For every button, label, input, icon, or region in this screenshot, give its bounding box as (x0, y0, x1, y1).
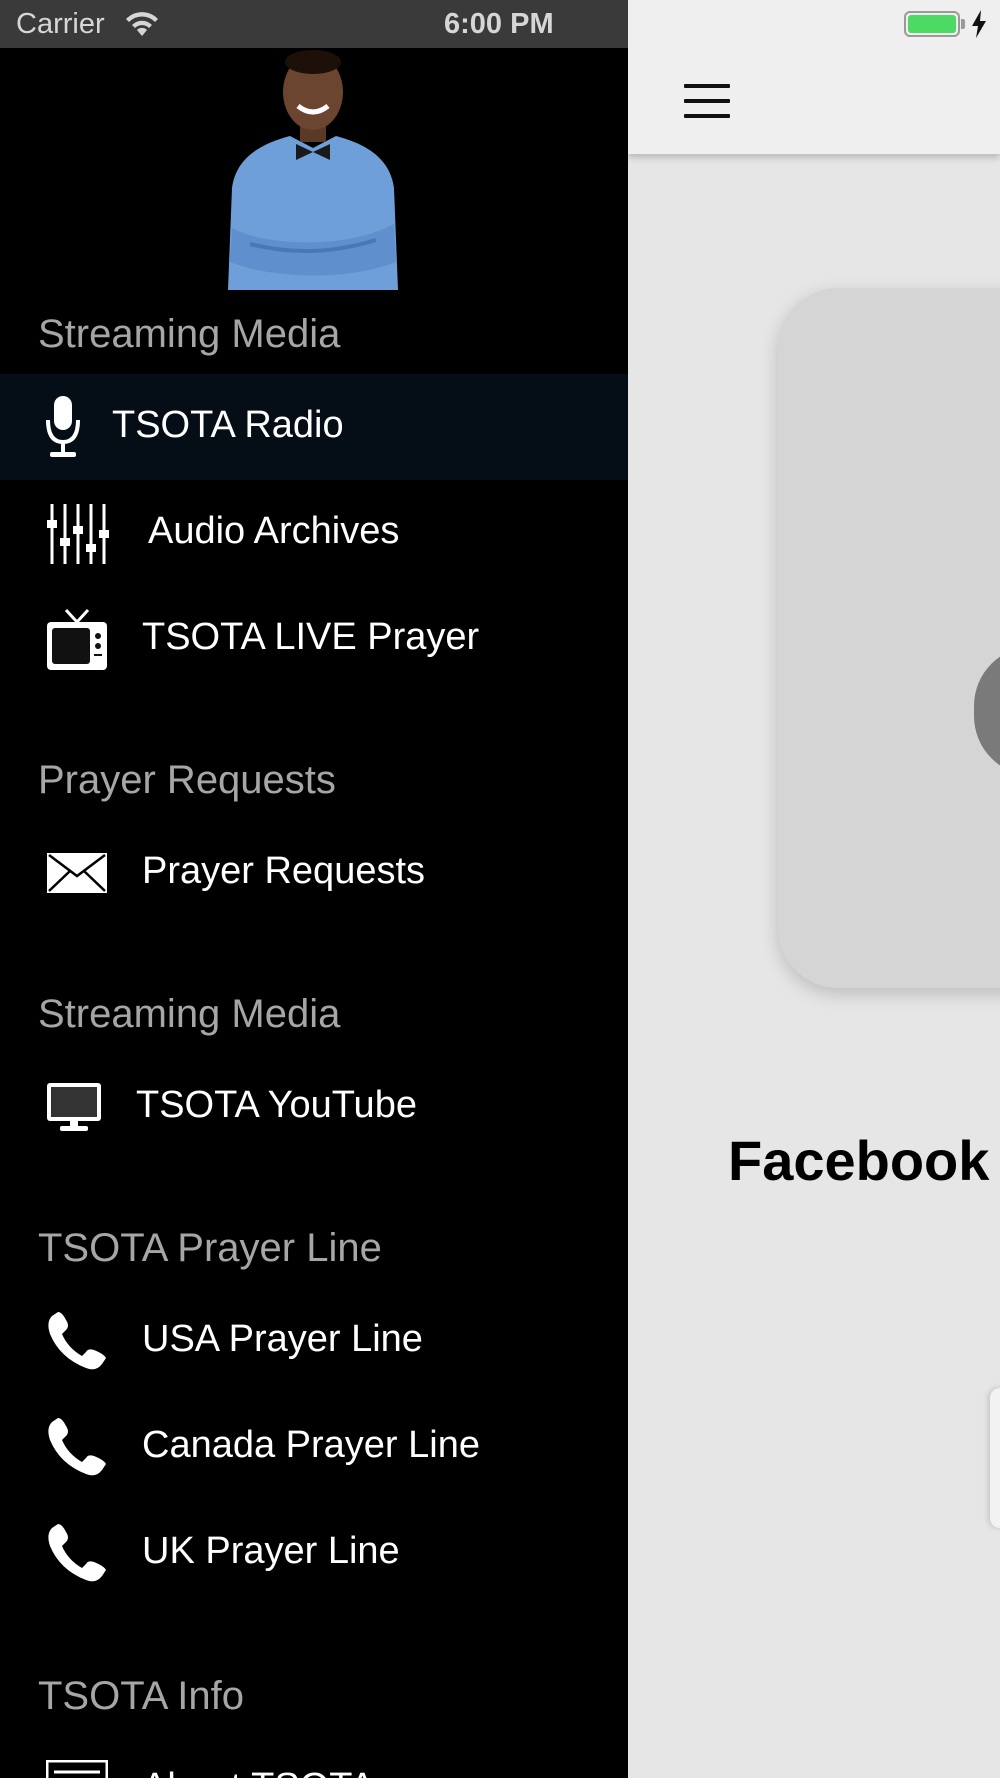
menu-item-label: USA Prayer Line (142, 1318, 423, 1360)
section-header-prayer-requests: Prayer Requests (38, 758, 336, 802)
monitor-icon (47, 1083, 101, 1131)
tv-icon (47, 608, 107, 670)
page-title: Facebook (728, 1129, 990, 1192)
section-header-tsota-prayer-line: TSOTA Prayer Line (38, 1226, 382, 1270)
nav-bar (628, 48, 1000, 154)
microphone-icon (46, 396, 80, 457)
phone-icon (48, 1418, 106, 1476)
card-graphic (974, 646, 1000, 776)
menu-item-label: TSOTA YouTube (136, 1084, 417, 1126)
clock: 6:00 PM (444, 8, 554, 40)
document-icon (46, 1760, 108, 1778)
side-drawer: Streaming Media TSOTA Radio Audio Archiv… (0, 48, 628, 1778)
envelope-icon (47, 853, 107, 893)
menu-item-canada-prayer-line[interactable]: Canada Prayer Line (0, 1394, 628, 1500)
phone-icon (48, 1524, 106, 1582)
battery-icon (904, 11, 960, 37)
main-content: Facebook (628, 48, 1000, 1778)
avatar (228, 50, 398, 290)
battery-tip (961, 19, 965, 29)
content-card[interactable] (778, 288, 1000, 988)
carrier-label: Carrier (16, 8, 105, 40)
charging-bolt-icon (972, 10, 986, 38)
status-bar: Carrier 6:00 PM (0, 0, 1000, 48)
menu-item-label: TSOTA LIVE Prayer (142, 616, 480, 658)
menu-item-usa-prayer-line[interactable]: USA Prayer Line (0, 1288, 628, 1394)
menu-item-audio-archives[interactable]: Audio Archives (0, 480, 628, 586)
menu-item-prayer-requests[interactable]: Prayer Requests (0, 820, 628, 926)
menu-item-label: Canada Prayer Line (142, 1424, 480, 1466)
menu-item-label: Prayer Requests (142, 850, 426, 892)
offscreen-element-edge (990, 1388, 1000, 1528)
equalizer-icon (47, 504, 109, 564)
menu-item-uk-prayer-line[interactable]: UK Prayer Line (0, 1500, 628, 1606)
section-header-tsota-info: TSOTA Info (38, 1674, 244, 1718)
section-header-streaming-media: Streaming Media (38, 312, 341, 356)
menu-item-about-tsota[interactable]: About TSOTA (0, 1736, 628, 1778)
menu-item-label: TSOTA Radio (112, 404, 344, 446)
menu-item-tsota-youtube[interactable]: TSOTA YouTube (0, 1054, 628, 1160)
menu-item-tsota-radio[interactable]: TSOTA Radio (0, 374, 628, 480)
menu-item-label: UK Prayer Line (142, 1530, 400, 1572)
menu-item-label: About TSOTA (142, 1766, 375, 1778)
section-header-streaming-media-2: Streaming Media (38, 992, 341, 1036)
hamburger-menu-icon[interactable] (684, 84, 730, 118)
wifi-icon (126, 12, 158, 36)
menu-item-label: Audio Archives (148, 510, 400, 552)
menu-item-tsota-live-prayer[interactable]: TSOTA LIVE Prayer (0, 586, 628, 692)
phone-icon (48, 1312, 106, 1370)
